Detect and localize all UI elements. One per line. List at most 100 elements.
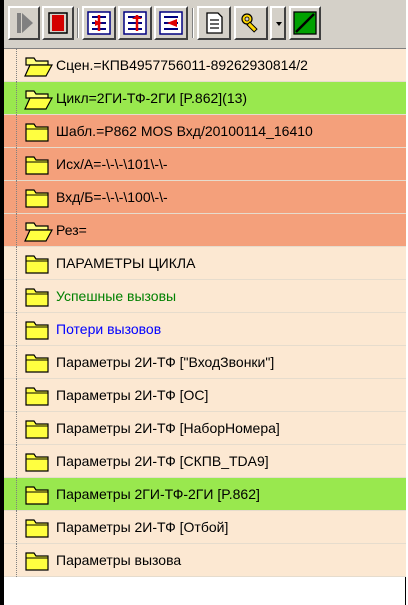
tree-item-label: Вхд/Б=-\-\-\100\-\- <box>56 189 168 205</box>
step-out-button[interactable] <box>154 6 188 40</box>
tree-line <box>16 148 18 181</box>
tree-item[interactable]: Параметры 2И-ТФ [Отбой] <box>4 511 406 544</box>
tree-line <box>16 379 18 412</box>
tree-item-label: Параметры 2И-ТФ [Отбой] <box>56 519 229 535</box>
folder-closed-icon <box>24 286 53 308</box>
folder-closed-icon <box>24 319 53 341</box>
folder-closed-icon <box>24 517 53 539</box>
stop-button[interactable] <box>42 6 74 40</box>
tree-item-label: ПАРАМЕТРЫ ЦИКЛА <box>56 255 196 271</box>
tree-item[interactable]: ПАРАМЕТРЫ ЦИКЛА <box>4 247 406 280</box>
folder-open-icon <box>24 222 54 242</box>
folder-closed-icon <box>24 253 53 275</box>
stop-icon <box>48 12 68 34</box>
step-over-icon <box>123 11 147 35</box>
tree-item[interactable]: Шабл.=P862 MOS Вхд/20100114_16410 <box>4 115 406 148</box>
play-button[interactable] <box>8 6 40 40</box>
tools-button[interactable] <box>234 6 268 40</box>
folder-closed-icon <box>24 418 53 440</box>
folder-closed-icon <box>24 187 53 209</box>
tree-item[interactable]: Цикл=2ГИ-ТФ-2ГИ [P.862](13) <box>4 82 406 115</box>
folder-open-icon <box>24 220 54 242</box>
tree-item[interactable]: Параметры 2И-ТФ [ОС] <box>4 379 406 412</box>
folder-closed-icon <box>25 255 49 274</box>
folder-closed-icon <box>25 189 49 208</box>
folder-closed-icon <box>25 552 49 571</box>
tree-line <box>16 445 18 478</box>
tree-line <box>16 181 18 214</box>
tree-line <box>16 346 18 379</box>
tree-item[interactable]: Параметры 2ГИ-ТФ-2ГИ [P.862] <box>4 478 406 511</box>
tree-item-label: Параметры 2И-ТФ [НаборНомера] <box>56 420 280 436</box>
folder-closed-icon <box>25 321 49 340</box>
tree-item-label: Рез= <box>56 222 87 238</box>
folder-closed-icon <box>25 123 49 142</box>
dropdown-button[interactable] <box>270 6 286 40</box>
tree-line <box>16 247 18 280</box>
document-button[interactable] <box>197 6 231 40</box>
folder-closed-icon <box>24 484 53 506</box>
folder-closed-icon <box>25 156 49 175</box>
folder-closed-icon <box>25 354 49 373</box>
folder-closed-icon <box>24 550 53 572</box>
tree-item-label: Шабл.=P862 MOS Вхд/20100114_16410 <box>56 123 313 139</box>
step-out-icon <box>159 11 183 35</box>
folder-closed-icon <box>25 519 49 538</box>
tree-line <box>16 49 18 82</box>
tree-item-label: Параметры 2И-ТФ [СКПВ_TDA9] <box>56 453 269 469</box>
tree-item[interactable]: Успешные вызовы <box>4 280 406 313</box>
tree-item[interactable]: Параметры 2И-ТФ [СКПВ_TDA9] <box>4 445 406 478</box>
tree-line <box>16 280 18 313</box>
tree-item[interactable]: Рез= <box>4 214 406 247</box>
tree-item[interactable]: Вхд/Б=-\-\-\100\-\- <box>4 181 406 214</box>
tree-item[interactable]: Параметры вызова <box>4 544 406 577</box>
confirm-button[interactable] <box>289 6 321 40</box>
step-over-button[interactable] <box>118 6 152 40</box>
tree-line <box>16 478 18 511</box>
tree-view[interactable]: Сцен.=КПВ4957756011-89262930814/2 Цикл=2Г… <box>4 49 406 577</box>
tree-item[interactable]: Исх/А=-\-\-\101\-\- <box>4 148 406 181</box>
step-into-icon <box>87 11 111 35</box>
folder-closed-icon <box>25 486 49 505</box>
check-green-icon <box>293 11 317 35</box>
folder-closed-icon <box>24 352 53 374</box>
tree-item-label: Цикл=2ГИ-ТФ-2ГИ [P.862](13) <box>56 90 248 106</box>
toolbar-separator <box>192 8 194 38</box>
play-icon <box>17 13 33 33</box>
tree-item[interactable]: Сцен.=КПВ4957756011-89262930814/2 <box>4 49 406 82</box>
tree-item-label: Потери вызовов <box>56 321 162 337</box>
tree-item-label: Параметры вызова <box>56 552 182 568</box>
tree-line <box>16 115 18 148</box>
step-into-button[interactable] <box>82 6 116 40</box>
tree-item-label: Сцен.=КПВ4957756011-89262930814/2 <box>56 57 308 73</box>
folder-closed-icon <box>24 154 53 176</box>
tree-item-label: Параметры 2ГИ-ТФ-2ГИ [P.862] <box>56 486 260 502</box>
tree-item-label: Успешные вызовы <box>56 288 177 304</box>
folder-open-icon <box>24 88 54 110</box>
folder-closed-icon <box>25 420 49 439</box>
folder-closed-icon <box>25 288 49 307</box>
document-icon <box>206 12 223 34</box>
folder-closed-icon <box>24 385 53 407</box>
tree-line <box>16 511 18 544</box>
folder-open-icon <box>24 57 54 77</box>
tree-item-label: Исх/А=-\-\-\101\-\- <box>56 156 168 172</box>
toolbar-separator <box>77 8 79 38</box>
tree-line <box>16 214 18 247</box>
folder-open-icon <box>24 55 54 77</box>
tree-line <box>16 313 18 346</box>
tree-line <box>16 412 18 445</box>
tree-item[interactable]: Параметры 2И-ТФ [НаборНомера] <box>4 412 406 445</box>
folder-closed-icon <box>24 451 53 473</box>
folder-closed-icon <box>25 453 49 472</box>
tree-item-label: Параметры 2И-ТФ ["ВходЗвонки"] <box>56 354 275 370</box>
tree-item[interactable]: Параметры 2И-ТФ ["ВходЗвонки"] <box>4 346 406 379</box>
tools-icon <box>241 13 258 33</box>
tree-line <box>16 544 18 577</box>
tree-item[interactable]: Потери вызовов <box>4 313 406 346</box>
toolbar <box>4 0 406 49</box>
dropdown-arrow-icon <box>276 22 282 26</box>
folder-closed-icon <box>24 121 53 143</box>
folder-open-icon <box>24 90 54 110</box>
tree-item-label: Параметры 2И-ТФ [ОС] <box>56 387 209 403</box>
